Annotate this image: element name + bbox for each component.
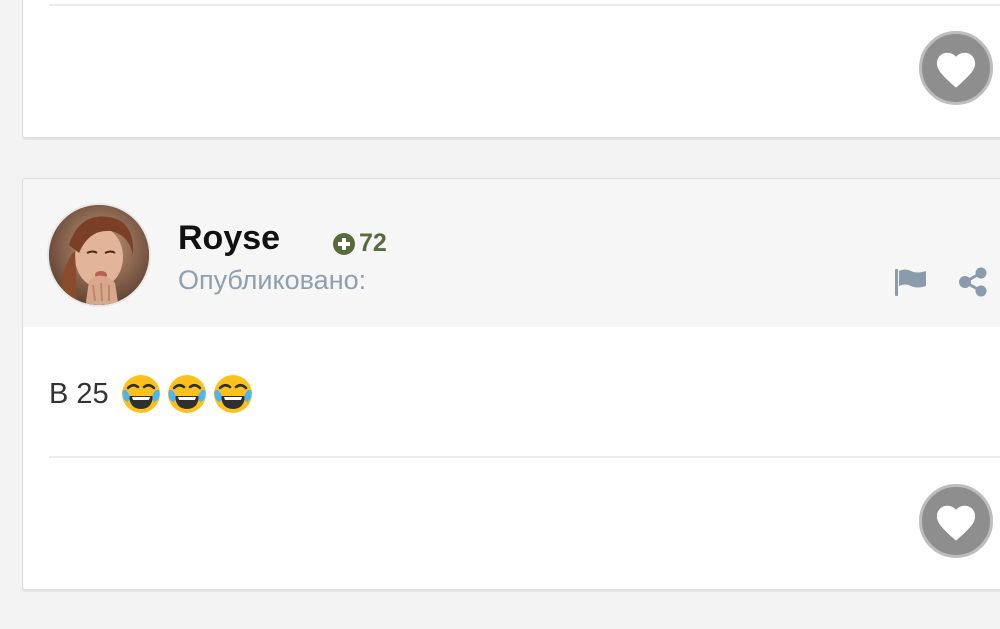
- like-button[interactable]: [919, 31, 993, 105]
- avatar[interactable]: [47, 203, 151, 307]
- post-card: Royse 72 Опубликовано: В 25: [22, 178, 1000, 590]
- post-header: Royse 72 Опубликовано:: [23, 179, 1000, 327]
- tears-of-joy-emoji: [213, 375, 252, 413]
- post-divider: [49, 4, 1000, 6]
- post-text: В 25: [49, 377, 109, 410]
- previous-post-card: [22, 0, 1000, 138]
- plus-circle-icon: [333, 232, 355, 255]
- post-content: В 25: [49, 372, 257, 416]
- reputation-count: 72: [359, 229, 387, 257]
- flag-icon[interactable]: [893, 267, 929, 297]
- tears-of-joy-emoji: [167, 375, 206, 413]
- avatar-image: [49, 205, 149, 305]
- tears-of-joy-emoji: [121, 375, 160, 413]
- post-divider: [49, 456, 1000, 458]
- like-button[interactable]: [919, 484, 993, 558]
- reputation-badge: 72: [333, 229, 387, 258]
- published-label: Опубликовано:: [178, 265, 367, 295]
- author-name[interactable]: Royse: [178, 219, 280, 258]
- forum-page: Royse 72 Опубликовано: В 25: [0, 0, 1000, 629]
- share-icon[interactable]: [957, 267, 989, 297]
- heart-icon: [936, 52, 976, 88]
- heart-icon: [936, 505, 976, 541]
